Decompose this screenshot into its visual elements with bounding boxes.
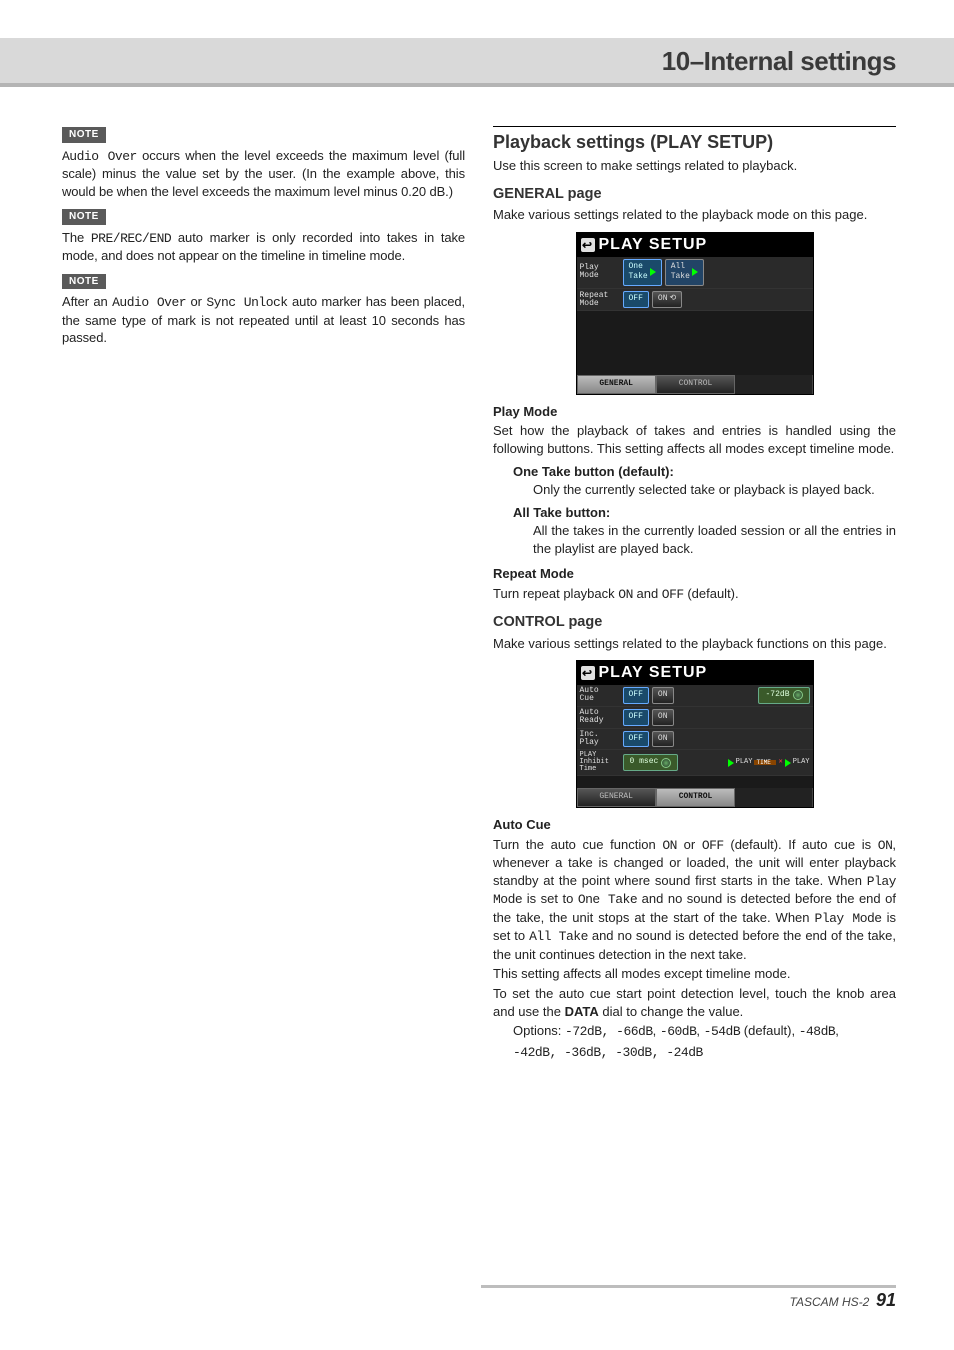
play-setup-general-screenshot: ↩ PLAY SETUP Play Mode One Take All Take…: [576, 232, 814, 395]
chapter-title: 10–Internal settings: [662, 44, 896, 79]
play-icon: [728, 759, 734, 767]
btn-autoready-on: ON: [652, 709, 674, 726]
tab-general-2: GENERAL: [577, 788, 656, 807]
note-label-3: NOTE: [62, 274, 106, 290]
btn-incplay-off: OFF: [623, 731, 649, 748]
data-dial-bold: DATA: [565, 1004, 599, 1019]
all-take-desc: All the takes in the currently loaded se…: [533, 522, 896, 557]
btn-repeat-off: OFF: [623, 291, 649, 308]
mono-pre-rec-end: PRE/REC/END: [91, 231, 171, 246]
row-play-inhibit: PLAY Inhibit Time 0 msec PLAY ✕ PLAY: [577, 750, 813, 776]
auto-cue-set: To set the auto cue start point detectio…: [493, 985, 896, 1020]
repeat-mode-desc: Turn repeat playback ON and OFF (default…: [493, 585, 896, 604]
playback-settings-heading: Playback settings (PLAY SETUP): [493, 130, 896, 154]
left-column: NOTE Audio Over occurs when the level ex…: [62, 120, 465, 1063]
footer-model: TASCAM HS-2: [790, 1295, 870, 1309]
control-page-heading: CONTROL page: [493, 613, 896, 633]
one-take-heading: One Take button (default):: [513, 463, 896, 481]
row-auto-cue: Auto Cue OFF ON -72dB: [577, 685, 813, 707]
header-accent: [0, 83, 954, 87]
screen-title-2: ↩ PLAY SETUP: [577, 661, 813, 685]
auto-cue-options: Options: -72dB, -66dB, -60dB, -54dB (def…: [513, 1022, 896, 1041]
control-desc: Make various settings related to the pla…: [493, 635, 896, 653]
tab-control-2: CONTROL: [656, 788, 735, 807]
note-label-2: NOTE: [62, 209, 106, 225]
auto-cue-options-line2: -42dB, -36dB, -30dB, -24dB: [513, 1043, 896, 1062]
mono-audio-over: Audio Over: [62, 149, 137, 164]
row-auto-ready: Auto Ready OFF ON: [577, 707, 813, 729]
page-footer: TASCAM HS-2 91: [0, 1288, 896, 1312]
footer-page-number: 91: [876, 1290, 896, 1310]
play-mode-heading: Play Mode: [493, 403, 896, 421]
btn-repeat-on: ON ⟲: [652, 291, 682, 308]
right-column: Playback settings (PLAY SETUP) Use this …: [493, 120, 896, 1063]
knob-inhibit-time: 0 msec: [623, 754, 679, 771]
note-2-text: The PRE/REC/END auto marker is only reco…: [62, 229, 465, 265]
tab-control: CONTROL: [656, 375, 735, 394]
dial-icon: [661, 758, 671, 768]
row-play-mode: Play Mode One Take All Take: [577, 257, 813, 290]
btn-all-take: All Take: [665, 259, 704, 287]
btn-autocue-on: ON: [652, 687, 674, 704]
screen-fill: [577, 311, 813, 375]
label-repeat-mode: Repeat Mode: [580, 292, 620, 308]
btn-autoready-off: OFF: [623, 709, 649, 726]
back-arrow-icon: ↩: [581, 666, 595, 680]
section-rule-1: [493, 126, 896, 127]
content-columns: NOTE Audio Over occurs when the level ex…: [62, 120, 896, 1063]
btn-incplay-on: ON: [652, 731, 674, 748]
mono-audio-over-2: Audio Over: [112, 295, 186, 310]
mono-sync-unlock: Sync Unlock: [206, 295, 287, 310]
one-take-desc: Only the currently selected take or play…: [533, 481, 896, 499]
row-inc-play: Inc. Play OFF ON: [577, 729, 813, 751]
row-repeat-mode: Repeat Mode OFF ON ⟲: [577, 289, 813, 311]
label-play-mode: Play Mode: [580, 264, 620, 280]
repeat-mode-heading: Repeat Mode: [493, 565, 896, 583]
note-3-text: After an Audio Over or Sync Unlock auto …: [62, 293, 465, 347]
knob-autocue-level: -72dB: [758, 687, 809, 704]
all-take-heading: All Take button:: [513, 504, 896, 522]
x-icon: ✕: [778, 758, 782, 767]
inhibit-diagram: PLAY ✕ PLAY: [728, 758, 810, 767]
play-icon: [650, 268, 656, 276]
screen-tabs-2: GENERAL CONTROL: [577, 788, 813, 807]
playback-intro: Use this screen to make settings related…: [493, 157, 896, 175]
back-arrow-icon: ↩: [581, 238, 595, 252]
play-mode-desc: Set how the playback of takes and entrie…: [493, 422, 896, 457]
btn-one-take: One Take: [623, 259, 662, 287]
note-1-text: Audio Over occurs when the level exceeds…: [62, 147, 465, 201]
auto-cue-desc: Turn the auto cue function ON or OFF (de…: [493, 836, 896, 964]
play-icon: [785, 759, 791, 767]
general-page-heading: GENERAL page: [493, 185, 896, 205]
note-label-1: NOTE: [62, 127, 106, 143]
screen-title-1: ↩ PLAY SETUP: [577, 233, 813, 257]
screen-tabs-1: GENERAL CONTROL: [577, 375, 813, 394]
auto-cue-note: This setting affects all modes except ti…: [493, 965, 896, 983]
tab-general: GENERAL: [577, 375, 656, 394]
repeat-icon: ⟲: [670, 294, 677, 305]
btn-autocue-off: OFF: [623, 687, 649, 704]
auto-cue-heading: Auto Cue: [493, 816, 896, 834]
chapter-header: 10–Internal settings: [0, 38, 954, 86]
dial-icon: [793, 690, 803, 700]
general-desc: Make various settings related to the pla…: [493, 206, 896, 224]
play-setup-control-screenshot: ↩ PLAY SETUP Auto Cue OFF ON -72dB Auto …: [576, 660, 814, 808]
play-icon: [692, 268, 698, 276]
